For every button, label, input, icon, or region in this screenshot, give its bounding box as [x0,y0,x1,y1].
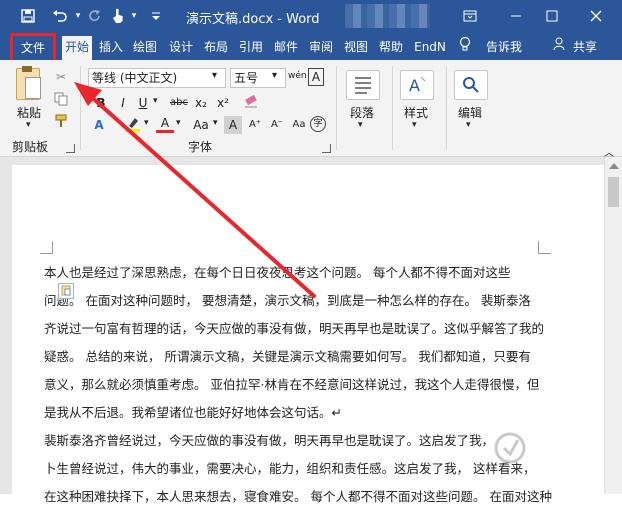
font-name-dropdown-icon[interactable]: ▾ [212,70,217,81]
paragraph-dropdown-icon[interactable]: ▾ [358,120,363,130]
font-color-button[interactable]: A [156,114,174,133]
clipboard-launcher-icon[interactable] [66,144,75,153]
tab-view[interactable]: 视图 [341,36,371,58]
tell-me-search[interactable]: 告诉我 [482,36,526,58]
margin-corner-top-right [538,241,551,254]
paragraph-icon[interactable] [346,70,380,100]
text-line: 卜生曾经说过，伟大的事业，需要决心，能力，组织和责任感。这启发了我， 这样看来， [44,461,536,476]
minimize-icon[interactable] [506,6,526,26]
styles-label[interactable]: 样式 [404,104,428,121]
text-line: 齐说过一句富有哲理的话，今天应做的事没有做，明天再早也是耽误了。这似乎解答了我的 [44,321,545,336]
highlight-dropdown-icon[interactable]: ▾ [144,118,149,128]
shrink-font-icon[interactable]: A⁻ [268,116,286,134]
font-dialog-icon[interactable]: Aa [290,116,308,134]
lightbulb-icon[interactable] [456,36,474,58]
title-bar: ▾ ▾ 演示文稿.docx - Word [0,0,622,32]
tab-review[interactable]: 审阅 [306,36,336,58]
text-line: 在这种困难抉择下，本人思来想去，寝食难安。 每个人都不得不面对这些问题。 在面对… [44,489,552,504]
styles-dropdown-icon[interactable]: ▾ [412,120,417,130]
find-icon[interactable] [454,70,488,100]
divider [446,66,447,150]
strikethrough-button[interactable]: abc [166,94,192,112]
redo-icon[interactable] [85,6,105,26]
save-icon[interactable] [18,6,38,26]
text-line: 是我从不后退。我希望诸位也能好好地体会这句话。↵ [44,405,342,420]
text-line: 裴斯泰洛齐曾经说过，今天应做的事没有做，明天再早也是耽误了。这启发了我， [44,433,495,448]
change-case-button[interactable]: Aa [190,116,212,134]
ribbon-tabs: 文件 开始 插入 绘图 设计 布局 引用 邮件 审阅 视图 帮助 EndN 告诉… [0,32,622,63]
share-person-icon [552,36,566,58]
paste-dropdown-icon[interactable]: ▾ [26,120,31,130]
tab-help[interactable]: 帮助 [376,36,406,58]
clear-formatting-icon[interactable] [242,94,260,112]
font-launcher-icon[interactable] [322,144,331,153]
font-size-dropdown-icon[interactable]: ▾ [272,70,277,81]
tab-insert[interactable]: 插入 [96,36,126,58]
tab-file[interactable]: 文件 [10,33,56,63]
text-line: 意义，那么就必须慎重考虑。 亚伯拉罕·林肯在不经意间这样说过，我这个人走得很慢，… [44,377,540,392]
margin-corner-top-left [40,241,53,254]
touch-dropdown-icon[interactable]: ▾ [124,6,144,26]
text-line: 问题。 在面对这种问题时， 要想清楚，演示文稿，到底是一种怎么样的存在。 裴斯泰… [44,293,531,308]
editing-dropdown-icon[interactable]: ▾ [466,120,471,130]
editing-label[interactable]: 编辑 [458,104,482,121]
change-case-dropdown-icon[interactable]: ▾ [213,118,218,128]
grow-font-icon[interactable]: A⁺ [246,116,264,134]
customize-icon[interactable] [146,6,166,26]
document-body[interactable]: 本人也是经过了深思熟虑，在每个日日夜夜思考这个问题。 每个人都不得不面对这些 问… [44,259,564,511]
tab-references[interactable]: 引用 [236,36,266,58]
enclose-characters-icon[interactable]: 字 [310,116,326,132]
paste-label[interactable]: 粘贴 [17,104,41,121]
clipboard-group-label: 剪贴板 [12,140,49,154]
text-line: 疑惑。 总结的来说， 所谓演示文稿，关键是演示文稿需要如何写。 我们都知道，只要… [44,349,531,364]
font-color-dropdown-icon[interactable]: ▾ [176,118,181,128]
share-button[interactable]: 共享 [568,36,602,58]
italic-button[interactable]: I [114,94,132,112]
underline-button[interactable]: U [134,94,152,112]
tab-design[interactable]: 设计 [166,36,196,58]
superscript-button[interactable]: x² [214,94,232,112]
paste-options-icon[interactable] [58,283,74,299]
copy-icon[interactable] [52,92,70,110]
watermark-logo [490,426,600,486]
tab-draw[interactable]: 绘图 [130,36,160,58]
tab-endnote[interactable]: EndN [411,36,449,58]
character-shading-icon[interactable]: A [224,116,242,134]
tab-mailings[interactable]: 邮件 [271,36,301,58]
styles-icon[interactable]: A [400,70,434,100]
maximize-icon[interactable] [542,6,562,26]
text-line: 本人也是经过了深思熟虑，在每个日日夜夜思考这个问题。 每个人都不得不面对这些 [44,265,511,280]
divider [80,66,81,150]
scroll-up-icon[interactable] [609,163,619,169]
vertical-scrollbar[interactable] [604,157,622,494]
divider [392,66,393,150]
paste-icon[interactable] [16,66,41,100]
scroll-thumb[interactable] [608,177,619,207]
text-effects-icon[interactable]: A [90,116,108,134]
font-name-select[interactable]: 等线 (中文正文) [88,68,226,88]
subscript-button[interactable]: x₂ [192,94,210,112]
highlight-icon[interactable] [124,116,142,134]
tab-layout[interactable]: 布局 [201,36,231,58]
phonetic-guide-icon[interactable]: wén [288,67,307,85]
format-painter-icon[interactable] [52,114,70,132]
bold-button[interactable]: B [92,94,110,112]
document-title: 演示文稿.docx - Word [186,12,320,27]
cut-icon[interactable]: ✂ [52,68,70,86]
character-border-icon[interactable]: A [308,68,324,86]
divider [336,66,337,150]
undo-icon[interactable] [50,6,70,26]
font-group-label: 字体 [188,140,213,154]
svg-text:A: A [409,76,420,95]
close-icon[interactable] [586,6,606,26]
font-size-select[interactable]: 五号 [230,68,286,88]
ribbon-display-icon[interactable] [460,6,480,26]
account-avatar[interactable] [345,4,430,28]
tab-home[interactable]: 开始 [62,36,92,60]
ribbon-home: 粘贴 ▾ ✂ 剪贴板 等线 (中文正文) ▾ 五号 ▾ wén A B I U … [0,60,622,159]
underline-dropdown-icon[interactable]: ▾ [153,96,158,106]
paragraph-label[interactable]: 段落 [350,104,374,121]
